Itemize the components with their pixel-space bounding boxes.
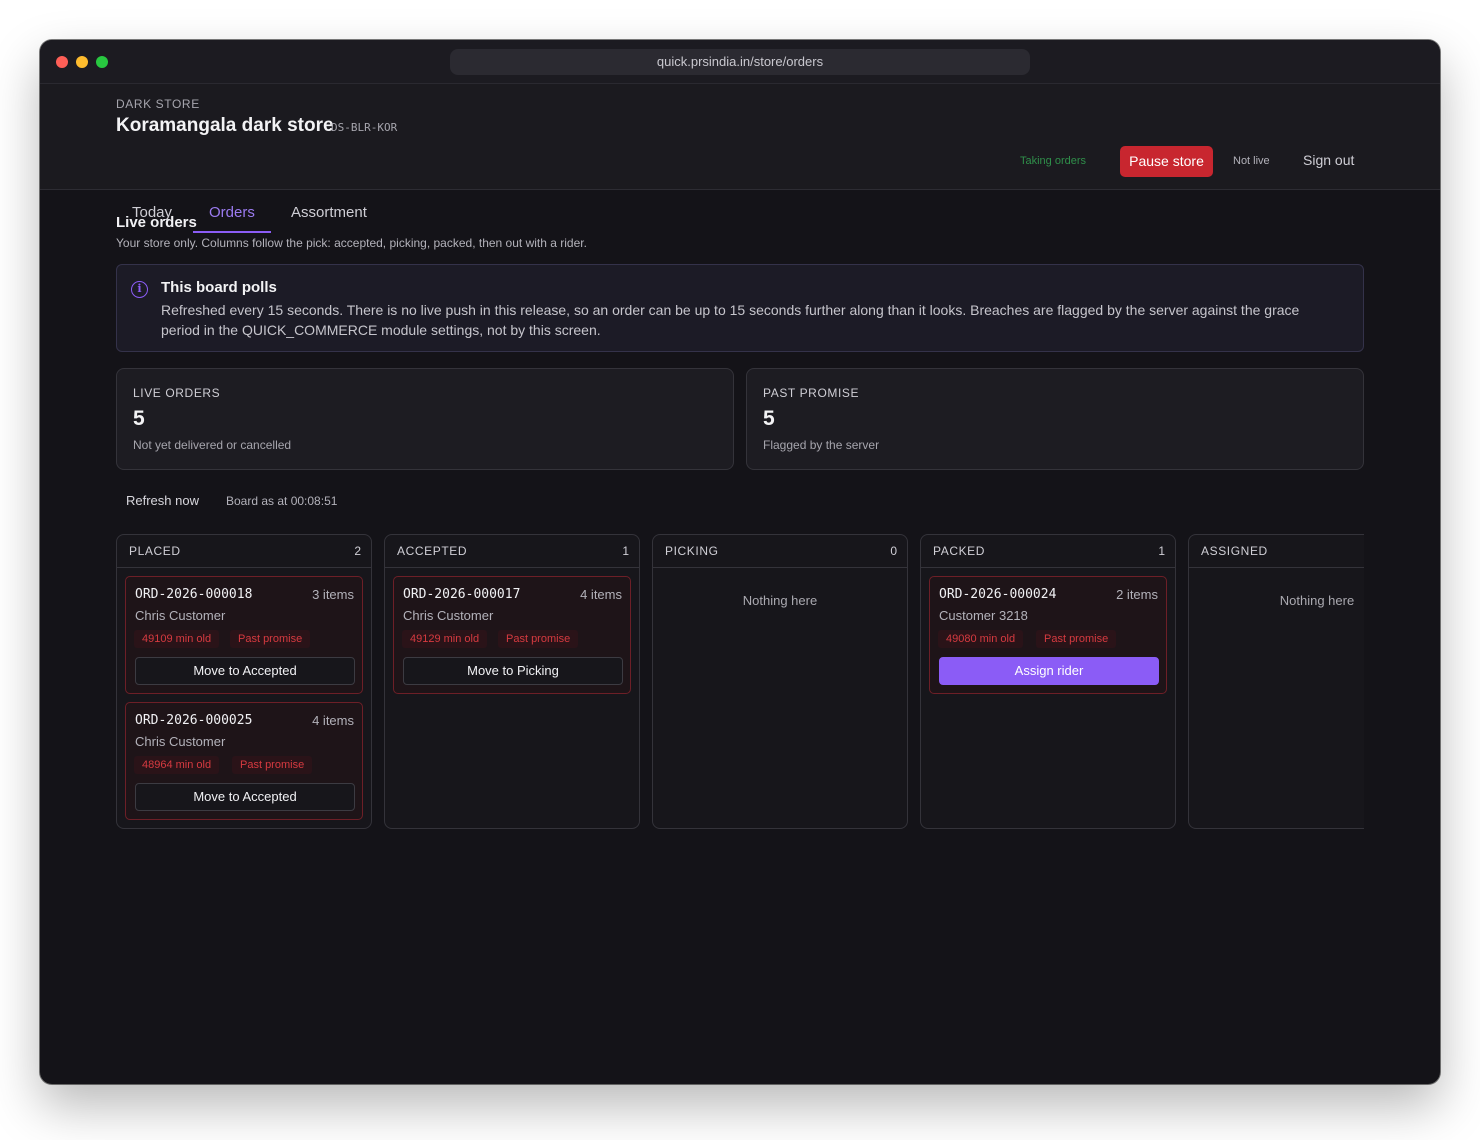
customer-name: Customer 3218 — [939, 608, 1028, 623]
pause-store-button[interactable]: Pause store — [1120, 146, 1213, 177]
order-card[interactable]: ORD-2026-000017 4 items Chris Customer 4… — [393, 576, 631, 694]
taking-orders-status: Taking orders — [1020, 155, 1087, 167]
column-count: 1 — [622, 544, 629, 558]
past-promise-badge: Past promise — [498, 630, 579, 648]
order-id: ORD-2026-000018 — [135, 587, 253, 602]
item-count: 4 items — [580, 587, 622, 602]
customer-name: Chris Customer — [135, 734, 226, 749]
sign-out-button[interactable]: Sign out — [1303, 152, 1354, 168]
empty-state: Nothing here — [1279, 593, 1355, 608]
column-header: PLACED 2 — [117, 535, 371, 568]
order-card[interactable]: ORD-2026-000018 3 items Chris Customer 4… — [125, 576, 363, 694]
polling-info-callout: i This board polls Refreshed every 15 se… — [116, 264, 1364, 352]
stat-value: 5 — [763, 407, 775, 430]
info-title: This board polls — [161, 279, 277, 296]
active-tab-indicator — [193, 231, 271, 233]
page-title: Live orders — [116, 214, 197, 231]
stat-value: 5 — [133, 407, 145, 430]
store-name: Koramangala dark store — [116, 115, 334, 136]
assign-rider-button[interactable]: Assign rider — [939, 657, 1159, 685]
empty-state: Nothing here — [742, 593, 818, 608]
address-bar[interactable]: quick.prsindia.in/store/orders — [450, 49, 1030, 75]
column-placed: PLACED 2 ORD-2026-000018 3 items Chris C… — [116, 534, 372, 829]
column-name: ASSIGNED — [1201, 544, 1268, 558]
item-count: 3 items — [312, 587, 354, 602]
column-header: ASSIGNED — [1189, 535, 1364, 568]
store-eyebrow: DARK STORE — [116, 97, 200, 111]
column-name: PACKED — [933, 544, 986, 558]
column-count: 0 — [890, 544, 897, 558]
past-promise-badge: Past promise — [1036, 630, 1117, 648]
order-card[interactable]: ORD-2026-000024 2 items Customer 3218 49… — [929, 576, 1167, 694]
item-count: 2 items — [1116, 587, 1158, 602]
stat-note: Not yet delivered or cancelled — [133, 438, 292, 452]
browser-window: quick.prsindia.in/store/orders DARK STOR… — [40, 40, 1440, 1084]
stat-live-orders: LIVE ORDERS 5 Not yet delivered or cance… — [116, 368, 734, 470]
past-promise-badge: Past promise — [232, 756, 313, 774]
customer-name: Chris Customer — [403, 608, 494, 623]
order-id: ORD-2026-000017 — [403, 587, 521, 602]
column-count: 1 — [1158, 544, 1165, 558]
order-age-badge: 49129 min old — [402, 630, 488, 648]
stat-label: LIVE ORDERS — [133, 386, 221, 400]
stat-note: Flagged by the server — [763, 438, 880, 452]
column-accepted: ACCEPTED 1 ORD-2026-000017 4 items Chris… — [384, 534, 640, 829]
order-age-badge: 49080 min old — [938, 630, 1024, 648]
close-window-button[interactable] — [56, 56, 68, 68]
info-icon: i — [131, 281, 148, 298]
order-age-badge: 49109 min old — [134, 630, 220, 648]
stat-past-promise: PAST PROMISE 5 Flagged by the server — [746, 368, 1364, 470]
order-age-badge: 48964 min old — [134, 756, 220, 774]
column-name: PLACED — [129, 544, 181, 558]
tab-orders[interactable]: Orders — [209, 204, 255, 221]
customer-name: Chris Customer — [135, 608, 226, 623]
browser-titlebar: quick.prsindia.in/store/orders — [40, 40, 1440, 84]
tab-assortment[interactable]: Assortment — [291, 204, 367, 221]
past-promise-badge: Past promise — [230, 630, 311, 648]
column-assigned: ASSIGNED Nothing here — [1188, 534, 1364, 829]
move-to-picking-button[interactable]: Move to Picking — [403, 657, 623, 685]
order-card[interactable]: ORD-2026-000025 4 items Chris Customer 4… — [125, 702, 363, 820]
order-id: ORD-2026-000024 — [939, 587, 1057, 602]
app-header: DARK STORE Koramangala dark store DS-BLR… — [40, 84, 1440, 233]
info-body: Refreshed every 15 seconds. There is no … — [161, 302, 1300, 338]
column-packed: PACKED 1 ORD-2026-000024 2 items Custome… — [920, 534, 1176, 829]
store-code: DS-BLR-KOR — [331, 121, 398, 134]
maximize-window-button[interactable] — [96, 56, 108, 68]
stat-label: PAST PROMISE — [763, 386, 860, 400]
column-header: PICKING 0 — [653, 535, 907, 568]
minimize-window-button[interactable] — [76, 56, 88, 68]
refresh-now-button[interactable]: Refresh now — [126, 493, 199, 508]
move-to-accepted-button[interactable]: Move to Accepted — [135, 657, 355, 685]
live-status-badge: Not live — [1233, 155, 1270, 167]
column-header: ACCEPTED 1 — [385, 535, 639, 568]
item-count: 4 items — [312, 713, 354, 728]
column-name: ACCEPTED — [397, 544, 468, 558]
board-timestamp: Board as at 00:08:51 — [226, 494, 338, 508]
order-id: ORD-2026-000025 — [135, 713, 253, 728]
move-to-accepted-button[interactable]: Move to Accepted — [135, 783, 355, 811]
column-count: 2 — [354, 544, 361, 558]
column-header: PACKED 1 — [921, 535, 1175, 568]
page-subtitle: Your store only. Columns follow the pick… — [116, 236, 587, 250]
column-name: PICKING — [665, 544, 719, 558]
column-picking: PICKING 0 Nothing here — [652, 534, 908, 829]
